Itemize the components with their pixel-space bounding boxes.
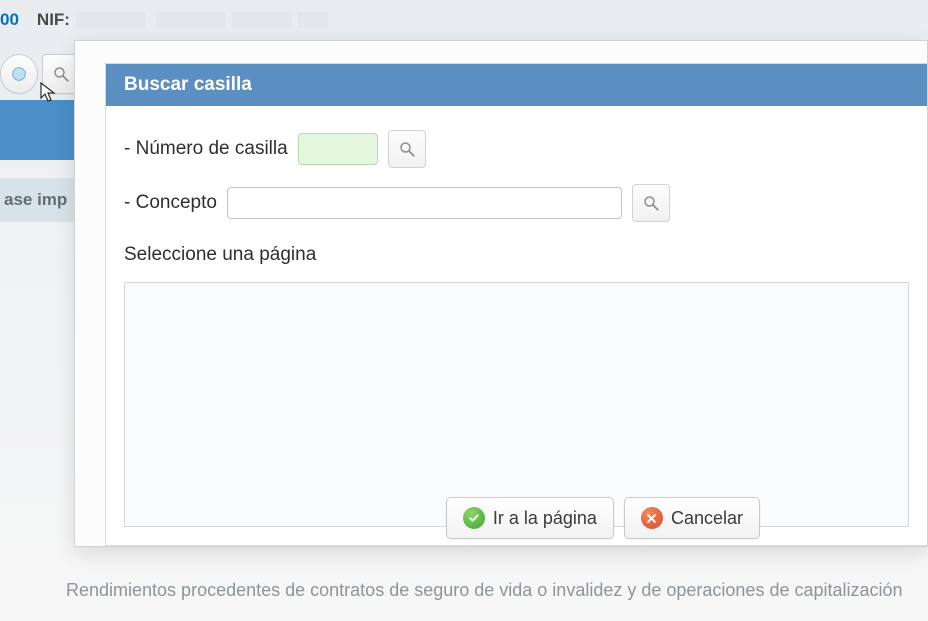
search-icon bbox=[642, 194, 660, 212]
dialog-actions: Ir a la página Cancelar bbox=[446, 497, 760, 539]
cancel-label: Cancelar bbox=[671, 508, 743, 529]
search-icon bbox=[52, 65, 70, 83]
redacted-field bbox=[298, 12, 328, 28]
redacted-field bbox=[156, 12, 226, 28]
page-list[interactable] bbox=[124, 282, 909, 527]
dialog-inner: Buscar casilla - Número de casilla - Con… bbox=[105, 63, 927, 546]
casilla-search-button[interactable] bbox=[388, 130, 426, 168]
dialog-body: - Número de casilla - Concepto Seleccio bbox=[106, 106, 927, 545]
concepto-label: - Concepto bbox=[124, 192, 217, 214]
check-icon bbox=[463, 507, 485, 529]
concepto-row: - Concepto bbox=[124, 184, 909, 222]
page-select-label: Seleccione una página bbox=[124, 244, 909, 266]
casilla-row: - Número de casilla bbox=[124, 130, 909, 168]
background-toolbar bbox=[0, 52, 80, 96]
side-tab-label: ase imp bbox=[4, 190, 67, 210]
casilla-label: - Número de casilla bbox=[124, 138, 288, 160]
window-header: 00 NIF: bbox=[0, 0, 928, 40]
concepto-search-button[interactable] bbox=[632, 184, 670, 222]
search-icon bbox=[398, 140, 416, 158]
cancel-button[interactable]: Cancelar bbox=[624, 497, 760, 539]
casilla-number-input[interactable] bbox=[298, 133, 378, 165]
redacted-field bbox=[76, 12, 146, 28]
nif-label: NIF: bbox=[37, 10, 70, 30]
background-blue-panel bbox=[0, 100, 80, 160]
redacted-field bbox=[232, 12, 292, 28]
background-side-tab[interactable]: ase imp bbox=[0, 178, 80, 222]
dialog-title: Buscar casilla bbox=[106, 64, 927, 106]
concepto-input[interactable] bbox=[227, 187, 622, 219]
toolbar-button-round[interactable] bbox=[0, 54, 38, 94]
search-casilla-dialog: Buscar casilla - Número de casilla - Con… bbox=[74, 40, 928, 547]
background-section-heading: Rendimientos procedentes de contratos de… bbox=[66, 580, 908, 601]
close-icon bbox=[641, 507, 663, 529]
go-to-page-label: Ir a la página bbox=[493, 508, 597, 529]
go-to-page-button[interactable]: Ir a la página bbox=[446, 497, 614, 539]
header-code-fragment: 00 bbox=[0, 10, 19, 30]
